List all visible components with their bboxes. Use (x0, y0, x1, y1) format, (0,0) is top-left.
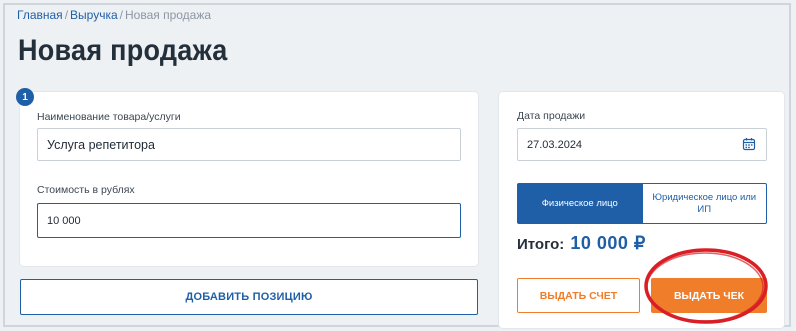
item-name-value: Услуга репетитора (47, 137, 155, 152)
add-position-button[interactable]: ДОБАВИТЬ ПОЗИЦИЮ (20, 279, 478, 315)
issue-receipt-button[interactable]: ВЫДАТЬ ЧЕК (651, 278, 767, 313)
total-value: 10 000 ₽ (570, 233, 646, 253)
buyer-type-toggle: Физическое лицо Юридическое лицо или ИП (517, 183, 767, 224)
calendar-icon[interactable] (742, 137, 756, 151)
breadcrumb: Главная / Выручка / Новая продажа (17, 8, 211, 22)
breadcrumb-current: Новая продажа (124, 8, 212, 22)
sale-date-label: Дата продажи (517, 110, 586, 122)
price-field[interactable]: 10 000 (37, 203, 461, 238)
page-title: Новая продажа (18, 34, 228, 67)
breadcrumb-revenue-link[interactable]: Выручка (70, 8, 118, 22)
buyer-type-legal-entity[interactable]: Юридическое лицо или ИП (642, 183, 767, 224)
price-label: Стоимость в рублях (37, 184, 135, 196)
price-value: 10 000 (47, 214, 81, 227)
breadcrumb-separator: / (119, 8, 123, 22)
sale-date-field[interactable]: 27.03.2024 (517, 128, 767, 161)
item-name-field[interactable]: Услуга репетитора (37, 128, 461, 161)
total: Итого: 10 000 ₽ (517, 233, 646, 254)
step-badge: 1 (16, 88, 34, 106)
buyer-type-individual[interactable]: Физическое лицо (517, 183, 643, 224)
issue-account-button[interactable]: ВЫДАТЬ СЧЕТ (517, 278, 640, 313)
item-name-label: Наименование товара/услуги (37, 111, 181, 123)
total-label: Итого: (517, 236, 565, 253)
sale-date-value: 27.03.2024 (527, 138, 583, 151)
breadcrumb-separator: / (64, 8, 69, 22)
breadcrumb-home-link[interactable]: Главная (17, 8, 63, 22)
